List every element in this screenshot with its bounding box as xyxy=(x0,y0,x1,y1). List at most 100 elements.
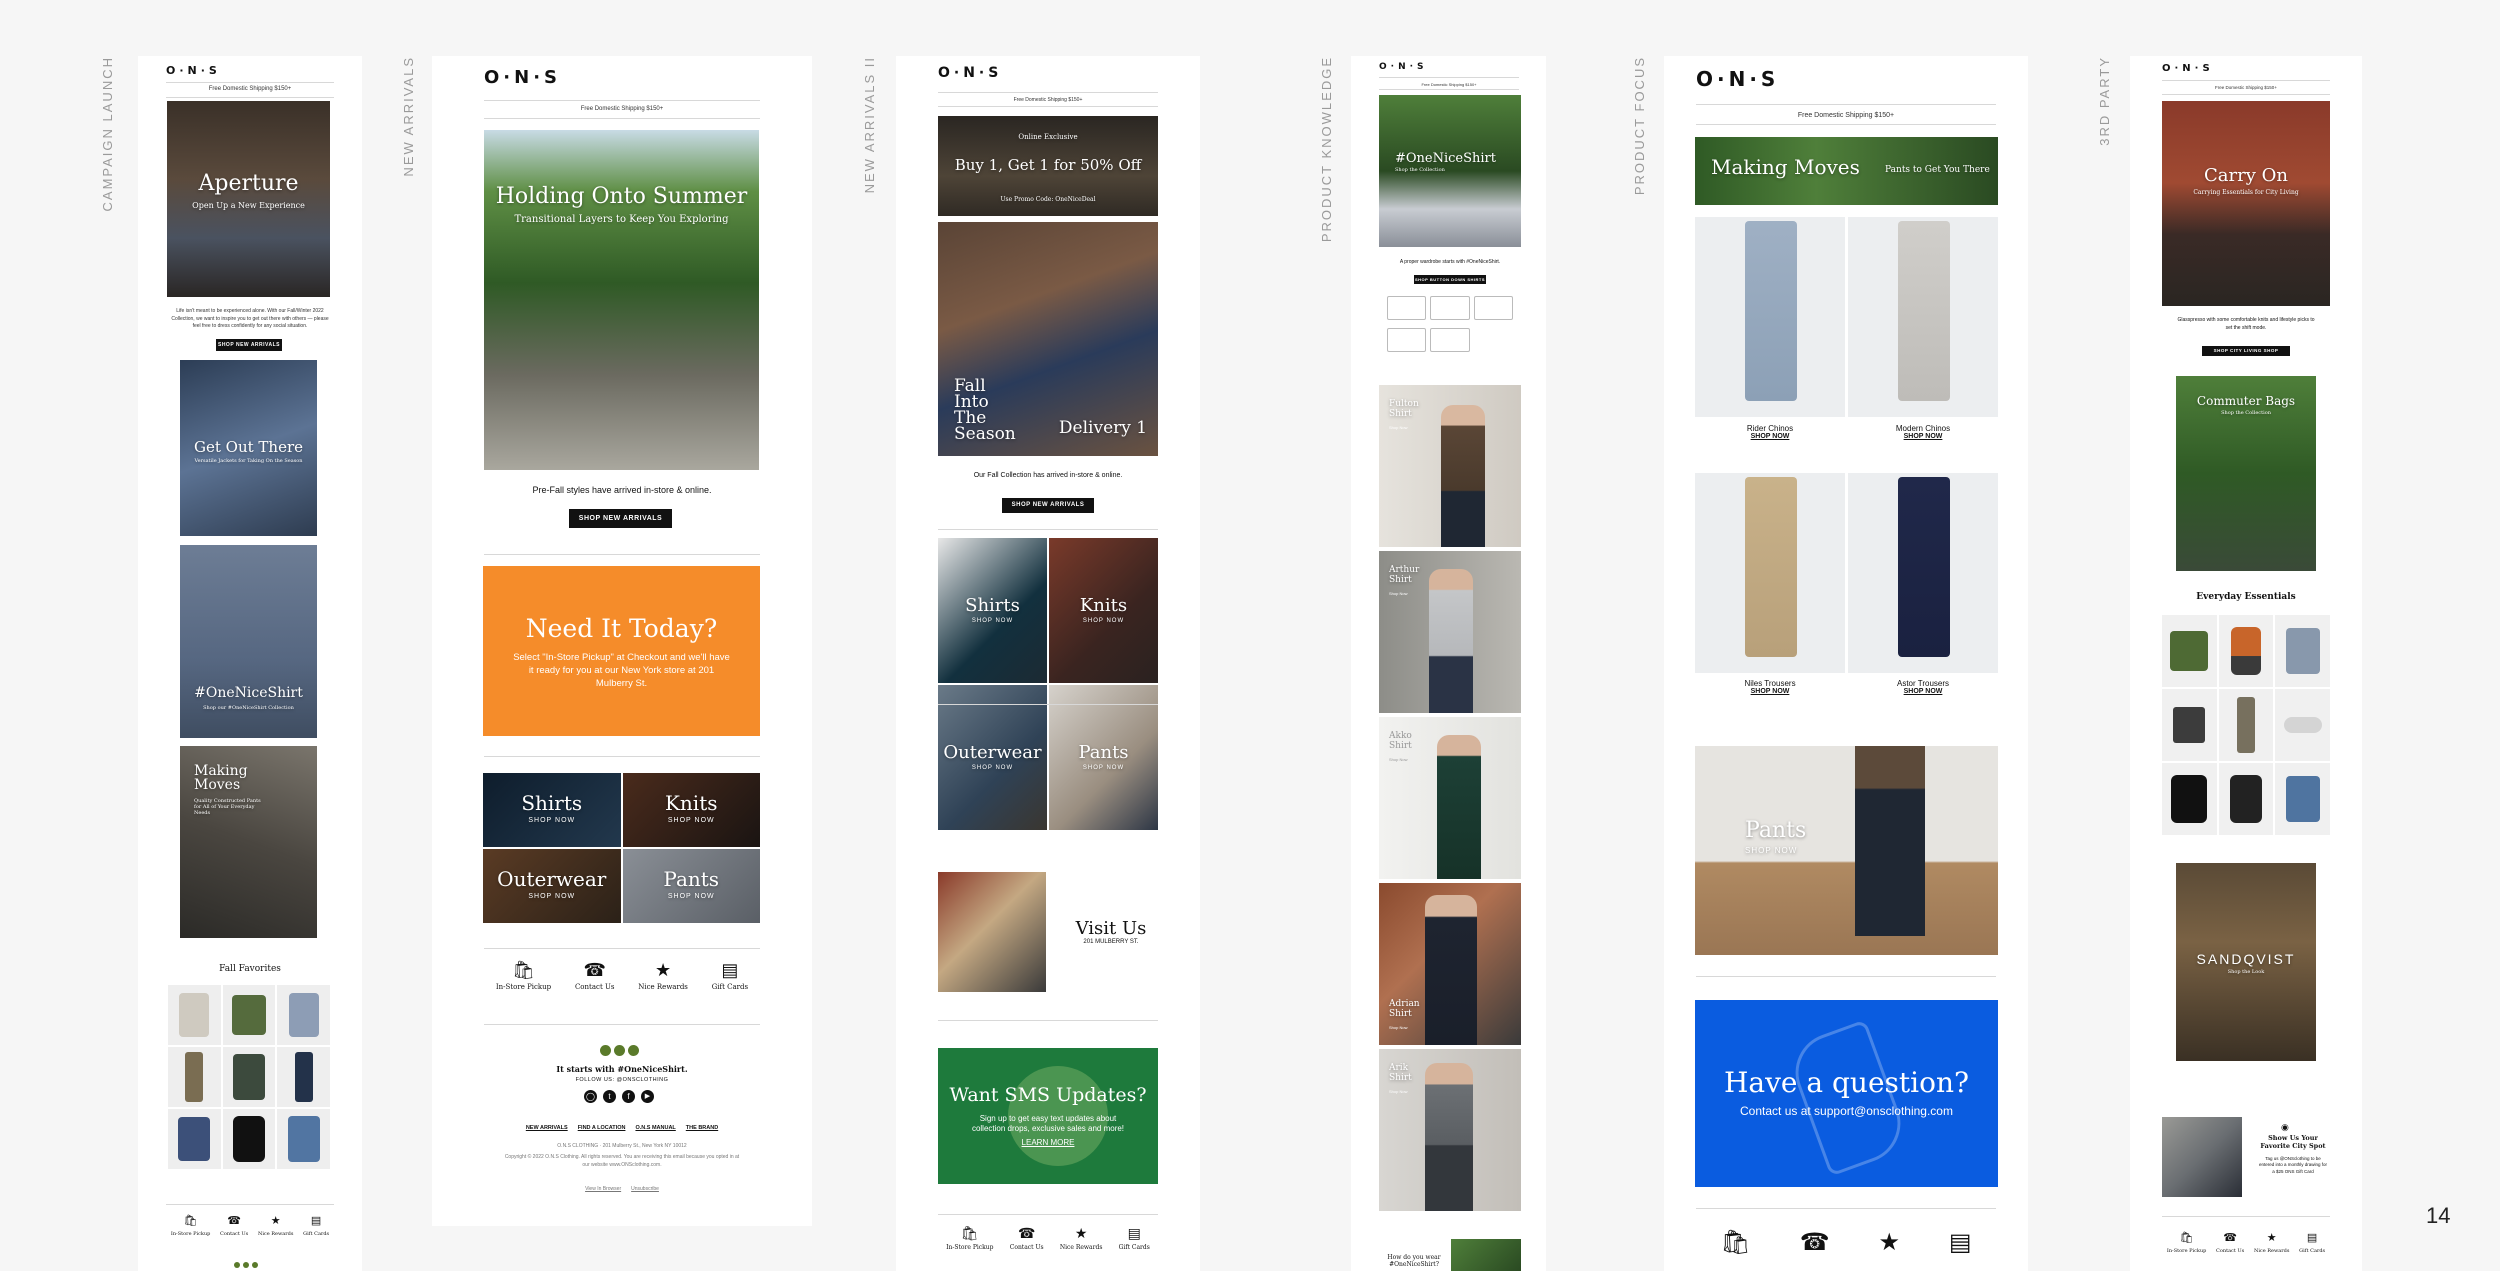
in-store-pickup-link[interactable]: 🛍 In-Store Pickup xyxy=(946,1226,993,1251)
nice-rewards-link[interactable]: ★ Nice Rewards xyxy=(1060,1226,1103,1251)
bogo-promo[interactable]: Online Exclusive Buy 1, Get 1 for 50% Of… xyxy=(938,116,1158,216)
category-knits[interactable]: Knits SHOP NOW xyxy=(1049,538,1158,683)
hero-image[interactable]: Carry On Carrying Essentials for City Li… xyxy=(2162,101,2330,306)
product-flannel[interactable] xyxy=(168,1109,221,1169)
footer-link-manual[interactable]: O.N.S MANUAL xyxy=(635,1125,675,1131)
email-product-focus: O·N·S Free Domestic Shipping $150+ Makin… xyxy=(1664,56,2028,1271)
product-denim-shirt[interactable] xyxy=(2275,763,2330,835)
product-pants-olive[interactable] xyxy=(168,1047,221,1107)
nice-rewards-link[interactable]: ★ Nice Rewards xyxy=(638,961,688,991)
shop-now-link[interactable]: SHOP NOW xyxy=(1848,433,1998,440)
shop-new-arrivals-button[interactable]: SHOP NEW ARRIVALS xyxy=(569,509,672,528)
category-shirts[interactable]: Shirts SHOP NOW xyxy=(483,773,621,847)
nice-rewards-link[interactable]: ★ xyxy=(1878,1231,1900,1255)
sms-signup-promo[interactable]: Want SMS Updates? Sign up to get easy te… xyxy=(938,1048,1158,1184)
product-backpack-black[interactable] xyxy=(2218,763,2274,835)
product-pants[interactable] xyxy=(2218,689,2274,761)
commuter-bags-tile[interactable]: Commuter Bags Shop the Collection xyxy=(2176,376,2316,571)
product-fulton[interactable]: Fulton Shirt Shop Now xyxy=(1379,385,1521,547)
nice-rewards-link[interactable]: ★ Nice Rewards xyxy=(2254,1233,2289,1255)
unsubscribe-link[interactable]: Unsubscribe xyxy=(631,1186,659,1192)
product-arthur[interactable]: Arthur Shirt Shop Now xyxy=(1379,551,1521,713)
hero-image[interactable]: #OneNiceShirt Shop the Collection xyxy=(1379,95,1521,247)
pants-feature[interactable]: Pants SHOP NOW xyxy=(1695,746,1998,955)
product-shirt[interactable] xyxy=(2275,615,2330,687)
product-pants-navy[interactable] xyxy=(277,1047,330,1107)
gift-cards-link[interactable]: ▤ xyxy=(1949,1231,1972,1255)
shop-now-link[interactable]: SHOP NOW xyxy=(1848,688,1998,695)
product-link[interactable]: Shop Now xyxy=(1389,425,1407,430)
category-shirts[interactable]: Shirts SHOP NOW xyxy=(938,538,1047,683)
category-pants[interactable]: Pants SHOP NOW xyxy=(622,849,760,923)
product-astor-trousers[interactable] xyxy=(1848,473,1998,673)
store-photo[interactable] xyxy=(938,872,1046,992)
category-knits[interactable]: Knits SHOP NOW xyxy=(622,773,760,847)
contact-us-link[interactable]: ☎ Contact Us xyxy=(575,961,615,991)
hero-image[interactable]: Fall Into The Season Delivery 1 xyxy=(938,222,1158,456)
shop-button-down-shirts[interactable]: SHOP BUTTON DOWN SHIRTS xyxy=(1414,275,1486,284)
instagram-icon[interactable]: ◯ xyxy=(584,1090,597,1103)
nice-rewards-link[interactable]: ★ Nice Rewards xyxy=(258,1216,293,1238)
gift-cards-link[interactable]: ▤ Gift Cards xyxy=(712,961,748,991)
youtube-icon[interactable]: ▶ xyxy=(641,1090,654,1103)
product-modern-chinos[interactable] xyxy=(1848,217,1998,417)
view-in-browser-link[interactable]: View In Browser xyxy=(585,1186,621,1192)
hero-image[interactable]: Aperture Open Up a New Experience xyxy=(167,101,330,297)
gift-cards-link[interactable]: ▤ Gift Cards xyxy=(1119,1226,1150,1251)
hero-image[interactable]: Holding Onto Summer Transitional Layers … xyxy=(484,130,759,470)
gift-cards-link[interactable]: ▤ Gift Cards xyxy=(2299,1233,2325,1255)
city-spot-photo[interactable] xyxy=(2162,1117,2242,1197)
question-banner[interactable]: Have a question? Contact us at support@o… xyxy=(1695,1000,1998,1187)
product-tee[interactable] xyxy=(2162,615,2217,687)
product-belt-bag[interactable] xyxy=(2275,689,2330,761)
twitter-icon[interactable]: t xyxy=(603,1090,616,1103)
making-moves-banner[interactable]: Making Moves Pants to Get You There xyxy=(1695,137,1998,205)
shop-now-link[interactable]: SHOP NOW xyxy=(1695,433,1845,440)
contact-us-link[interactable]: ☎ Contact Us xyxy=(2216,1233,2244,1255)
product-link[interactable]: Shop Now xyxy=(1389,1025,1407,1030)
gift-cards-link[interactable]: ▤ Gift Cards xyxy=(303,1216,329,1238)
in-store-pickup-link[interactable]: 🛍 In-Store Pickup xyxy=(2167,1233,2206,1255)
in-store-pickup-promo[interactable]: Need It Today? Select "In-Store Pickup" … xyxy=(483,566,760,736)
contact-us-link[interactable]: ☎ Contact Us xyxy=(1010,1226,1044,1251)
product-tote[interactable] xyxy=(2162,689,2217,761)
product-hoodie[interactable] xyxy=(2162,763,2217,835)
shop-new-arrivals-button[interactable]: SHOP NEW ARRIVALS xyxy=(1002,498,1094,513)
product-arik[interactable]: Arik Shirt Shop Now xyxy=(1379,1049,1521,1211)
product-blazer[interactable] xyxy=(168,985,221,1045)
shop-new-arrivals-button[interactable]: SHOP NEW ARRIVALS xyxy=(216,339,282,351)
tile-one-nice-shirt[interactable]: #OneNiceShirt Shop our #OneNiceShirt Col… xyxy=(180,545,317,738)
product-jacket-green[interactable] xyxy=(222,1047,276,1107)
facebook-icon[interactable]: f xyxy=(622,1090,635,1103)
contact-us-link[interactable]: ☎ xyxy=(1800,1231,1830,1255)
category-outerwear[interactable]: Outerwear SHOP NOW xyxy=(938,685,1047,830)
product-shirt-blue[interactable] xyxy=(277,985,330,1045)
product-akko[interactable]: Akko Shirt Shop Now xyxy=(1379,717,1521,879)
shop-now-link[interactable]: SHOP NOW xyxy=(1695,688,1845,695)
category-outerwear[interactable]: Outerwear SHOP NOW xyxy=(483,849,621,923)
product-link[interactable]: Shop Now xyxy=(1389,591,1407,596)
product-link[interactable]: Shop Now xyxy=(1389,1089,1407,1094)
product-adrian[interactable]: Adrian Shirt Shop Now xyxy=(1379,883,1521,1045)
tile-making-moves[interactable]: Making Moves Quality Constructed Pants f… xyxy=(180,746,317,938)
in-store-pickup-link[interactable]: 🛍 In-Store Pickup xyxy=(171,1216,210,1238)
ugc-photo[interactable] xyxy=(1451,1239,1521,1271)
product-denim-jacket[interactable] xyxy=(277,1109,330,1169)
product-hoodie[interactable] xyxy=(222,1109,276,1169)
footer-link-find-location[interactable]: FIND A LOCATION xyxy=(578,1125,626,1131)
in-store-pickup-link[interactable]: 🛍 In-Store Pickup xyxy=(496,961,551,991)
sandqvist-tile[interactable]: SANDQVIST Shop the Look xyxy=(2176,863,2316,1061)
product-niles-trousers[interactable] xyxy=(1695,473,1845,673)
product-tee[interactable] xyxy=(222,985,276,1045)
in-store-pickup-link[interactable]: 🛍 xyxy=(1720,1231,1750,1255)
category-pants[interactable]: Pants SHOP NOW xyxy=(1049,685,1158,830)
shop-city-living-button[interactable]: SHOP CITY LIVING SHOP xyxy=(2202,346,2290,356)
product-rider-chinos[interactable] xyxy=(1695,217,1845,417)
sms-learn-more-link[interactable]: LEARN MORE xyxy=(938,1138,1158,1147)
footer-link-brand[interactable]: THE BRAND xyxy=(686,1125,718,1131)
footer-link-new-arrivals[interactable]: NEW ARRIVALS xyxy=(526,1125,568,1131)
tile-get-out-there[interactable]: Get Out There Versatile Jackets for Taki… xyxy=(180,360,317,536)
product-backpack-orange[interactable] xyxy=(2218,615,2274,687)
product-link[interactable]: Shop Now xyxy=(1389,757,1407,762)
contact-us-link[interactable]: ☎ Contact Us xyxy=(220,1216,248,1238)
